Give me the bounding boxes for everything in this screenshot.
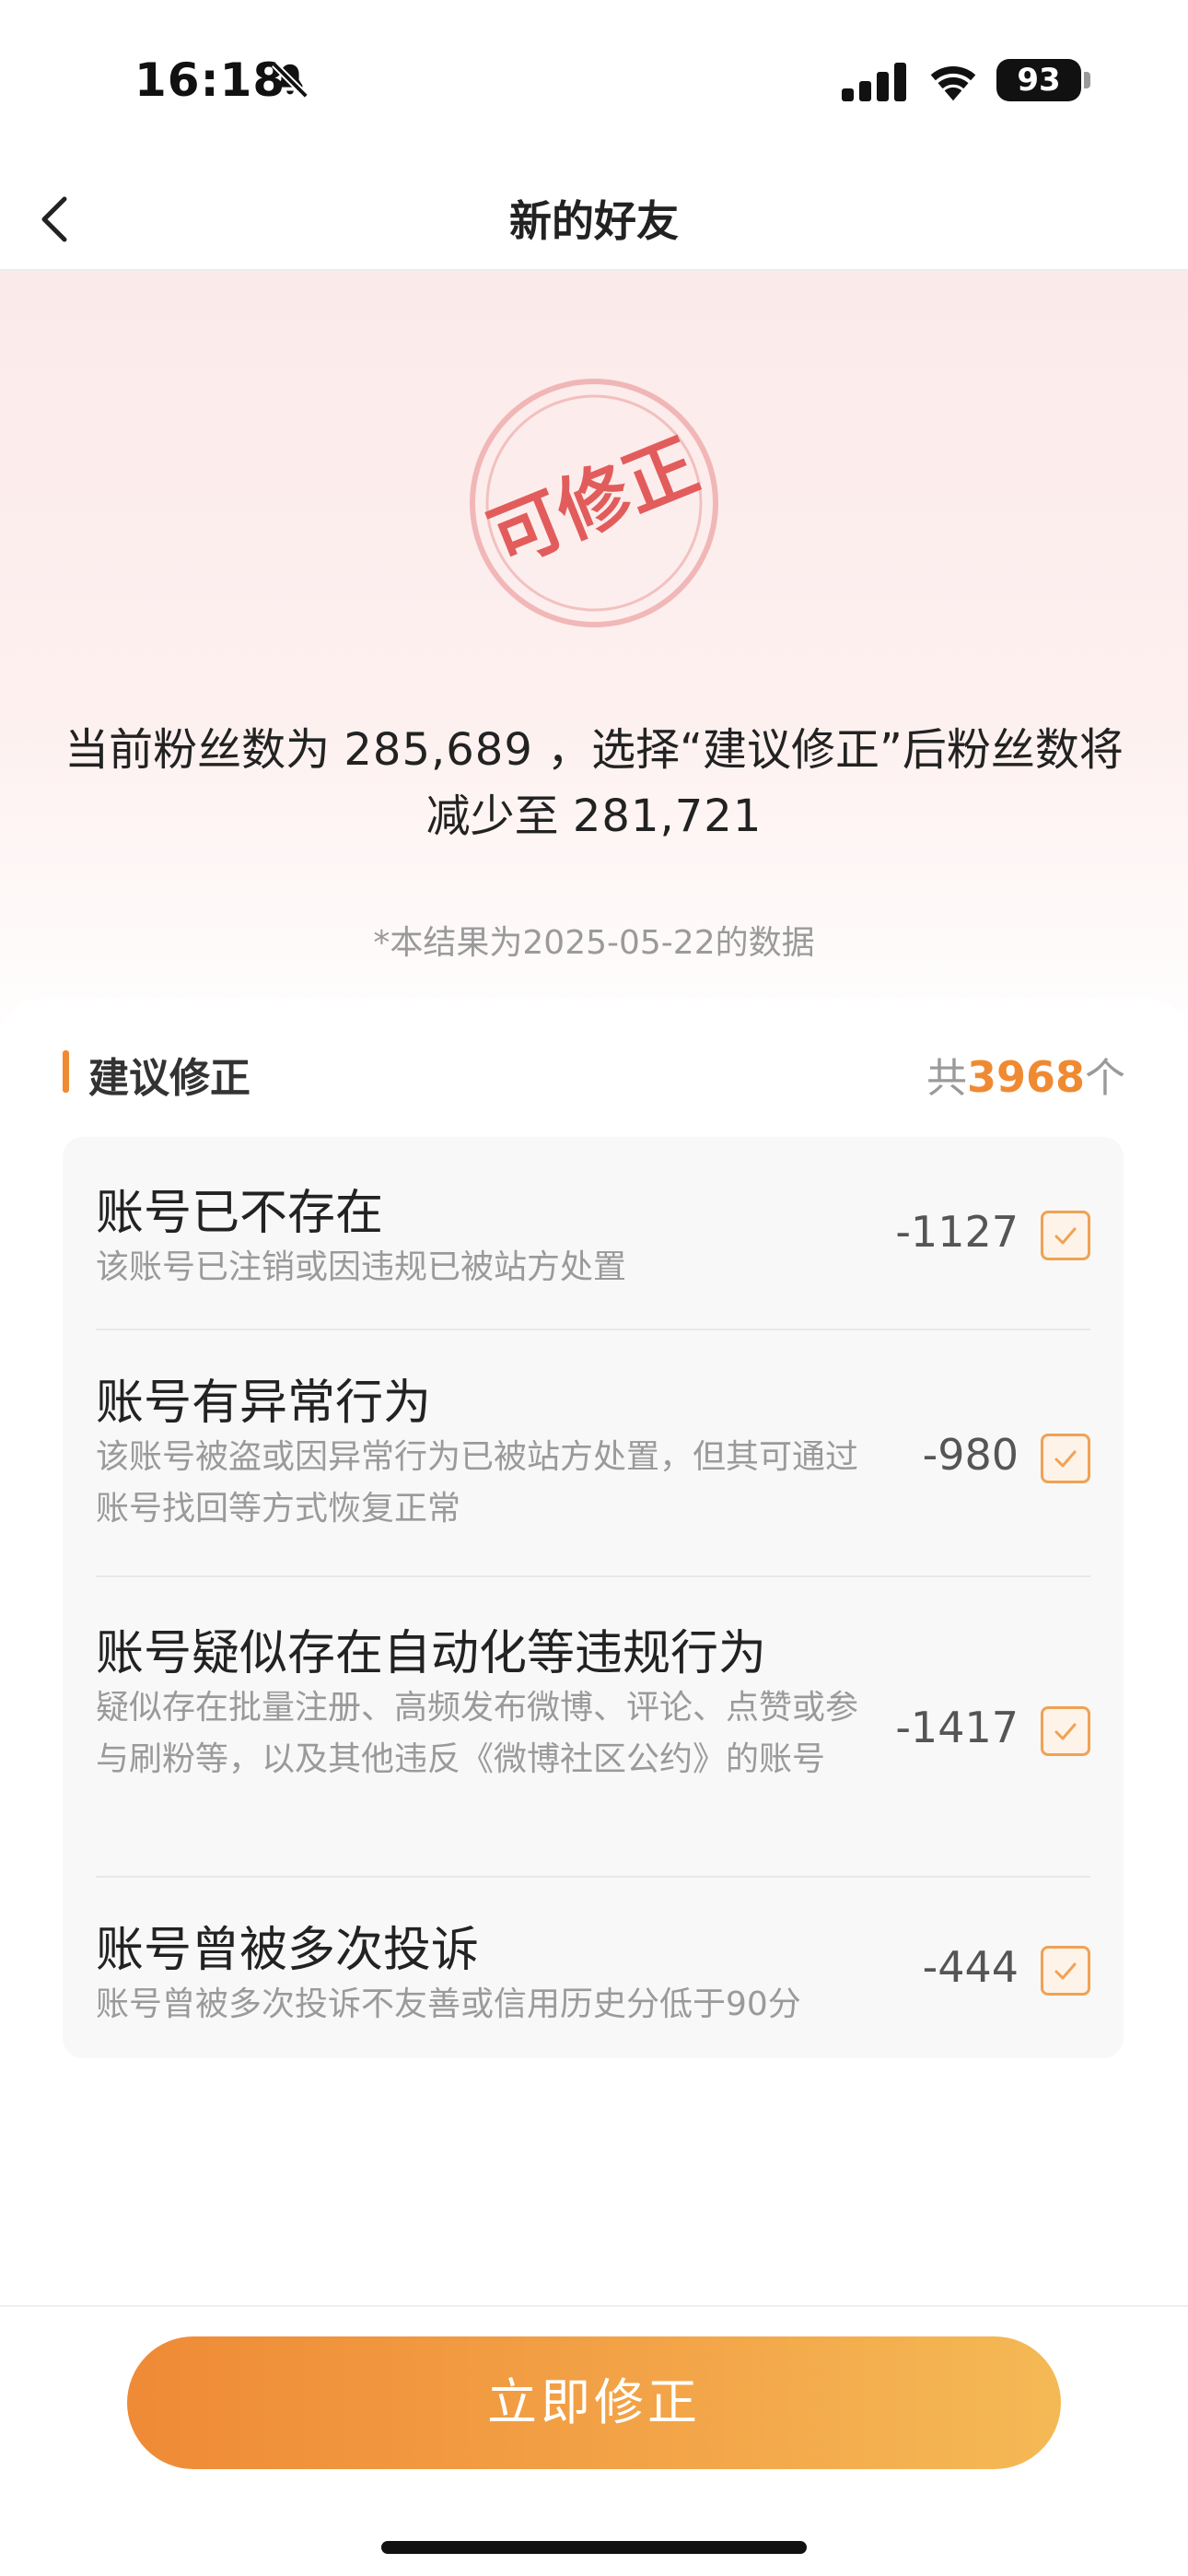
wifi-icon [930, 65, 976, 101]
status-time: 16:18 [134, 53, 286, 107]
item-desc: 该账号被盗或因异常行为已被站方处置，但其可通过账号找回等方式恢复正常 [96, 1438, 859, 1528]
battery-icon: 93 [996, 59, 1081, 101]
item-title: 账号已不存在 [96, 1186, 384, 1241]
battery-tip [1084, 72, 1090, 88]
bottom-divider [0, 2305, 1188, 2307]
item-desc: 该账号已注销或因违规已被站方处置 [96, 1248, 627, 1286]
section-accent-bar [63, 1050, 69, 1093]
total-count: 共3968个 [926, 1045, 1125, 1104]
checkmark-icon [1054, 1723, 1077, 1740]
nav-bar: 新的好友 [0, 166, 1188, 271]
home-indicator [381, 2541, 807, 2554]
item-value: -444 [922, 1942, 1019, 1992]
status-bar: 16:18 93 [0, 0, 1188, 166]
stamp-text: 可修正 [479, 424, 710, 581]
suggestion-list: 账号已不存在 该账号已注销或因违规已被站方处置 -1127 账号有异常行为 该账… [63, 1137, 1124, 2058]
item-checkbox[interactable] [1041, 1434, 1090, 1483]
summary-prefix: 当前粉丝数为 [64, 724, 331, 776]
signal-icon [842, 61, 906, 101]
result-fans-count: 281,721 [572, 790, 763, 842]
item-value: -1417 [895, 1703, 1019, 1752]
fans-summary: 当前粉丝数为 285,689 ，选择“建议修正”后粉丝数将减少至 281,721 [55, 717, 1133, 849]
list-item: 账号曾被多次投诉 账号曾被多次投诉不友善或信用历史分低于90分 -444 [96, 1878, 1090, 2058]
item-desc: 账号曾被多次投诉不友善或信用历史分低于90分 [96, 1985, 801, 2023]
item-title: 账号疑似存在自动化等违规行为 [96, 1626, 767, 1681]
checkmark-icon [1054, 1227, 1077, 1245]
item-checkbox[interactable] [1041, 1211, 1090, 1260]
item-desc: 疑似存在批量注册、高频发布微博、评论、点赞或参与刷粉等，以及其他违反《微博社区公… [96, 1689, 859, 1778]
checkmark-icon [1054, 1450, 1077, 1468]
item-checkbox[interactable] [1041, 1706, 1090, 1756]
item-value: -1127 [895, 1207, 1019, 1257]
checkmark-icon [1054, 1962, 1077, 1980]
item-checkbox[interactable] [1041, 1946, 1090, 1996]
fix-now-button[interactable]: 立即修正 [127, 2336, 1061, 2469]
list-item: 账号已不存在 该账号已注销或因违规已被站方处置 -1127 [96, 1137, 1090, 1330]
item-title: 账号曾被多次投诉 [96, 1923, 480, 1978]
item-value: -980 [922, 1430, 1019, 1480]
total-count-number: 3968 [966, 1052, 1085, 1102]
suggestion-card: 建议修正 共3968个 账号已不存在 该账号已注销或因违规已被站方处置 -112… [0, 999, 1188, 2307]
hero-section: 可修正 当前粉丝数为 285,689 ，选择“建议修正”后粉丝数将减少至 281… [0, 271, 1188, 1063]
correctable-stamp: 可修正 [470, 379, 718, 627]
current-fans-count: 285,689 [344, 724, 533, 776]
total-prefix: 共 [926, 1055, 967, 1102]
item-title: 账号有异常行为 [96, 1376, 432, 1431]
list-item: 账号疑似存在自动化等违规行为 疑似存在批量注册、高频发布微博、评论、点赞或参与刷… [96, 1577, 1090, 1878]
page-title: 新的好友 [509, 196, 679, 246]
list-item: 账号有异常行为 该账号被盗或因异常行为已被站方处置，但其可通过账号找回等方式恢复… [96, 1330, 1090, 1577]
section-title: 建议修正 [88, 1055, 250, 1102]
total-suffix: 个 [1085, 1055, 1125, 1102]
data-date-note: *本结果为2025-05-22的数据 [373, 924, 815, 962]
bell-off-icon [272, 62, 309, 99]
